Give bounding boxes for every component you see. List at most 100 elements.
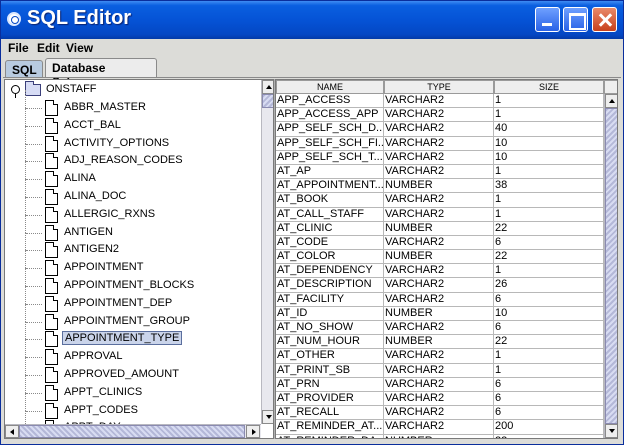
table-row[interactable]: APP_SELF_SCH_D... VARCHAR2 40	[276, 122, 604, 137]
table-row[interactable]: AT_DESCRIPTION VARCHAR2 26	[276, 278, 604, 293]
cell-name[interactable]: AT_CLINIC	[276, 221, 384, 236]
cell-size[interactable]: 10	[494, 136, 604, 151]
tree-item[interactable]: ABBR_MASTER	[5, 90, 261, 117]
column-header-name[interactable]: NAME	[276, 80, 384, 94]
tree-item[interactable]: ALINA_DOC	[5, 179, 261, 206]
cell-name[interactable]: AT_PRN	[276, 377, 384, 392]
title-bar[interactable]: SQL Editor	[1, 1, 623, 39]
cell-size[interactable]: 6	[494, 235, 604, 251]
column-header-type[interactable]: TYPE	[384, 80, 494, 94]
cell-name[interactable]: AT_CODE	[276, 235, 384, 251]
tree-horizontal-scrollbar[interactable]	[5, 424, 261, 438]
tab-sql[interactable]: SQL	[5, 60, 43, 78]
cell-type[interactable]: VARCHAR2	[384, 207, 494, 222]
cell-name[interactable]: AT_PRINT_SB	[276, 363, 384, 378]
cell-type[interactable]: VARCHAR2	[384, 321, 494, 336]
tab-database-schema[interactable]: Database Schema	[45, 58, 157, 89]
table-row[interactable]: AT_NO_SHOW VARCHAR2 6	[276, 321, 604, 336]
cell-type[interactable]: VARCHAR2	[384, 264, 494, 279]
cell-size[interactable]: 6	[494, 377, 604, 392]
table-row[interactable]: AT_AP VARCHAR2 1	[276, 164, 604, 180]
cell-type[interactable]: VARCHAR2	[384, 420, 494, 435]
cell-name[interactable]: AT_CALL_STAFF	[276, 207, 384, 222]
cell-type[interactable]: NUMBER	[384, 179, 494, 194]
cell-size[interactable]: 6	[494, 391, 604, 407]
close-button[interactable]	[592, 7, 617, 32]
table-row[interactable]: AT_COLOR NUMBER 22	[276, 250, 604, 265]
tree-item[interactable]: APPOINTMENT_TYPE	[5, 321, 261, 348]
tree-item[interactable]: APPT_CODES	[5, 392, 261, 420]
cell-size[interactable]: 1	[494, 363, 604, 378]
scroll-up-arrow-icon[interactable]	[262, 80, 273, 94]
cell-size[interactable]: 1	[494, 349, 604, 364]
cell-name[interactable]: AT_COLOR	[276, 250, 384, 265]
table-row[interactable]: APP_ACCESS_APP VARCHAR2 1	[276, 108, 604, 123]
cell-type[interactable]: VARCHAR2	[384, 193, 494, 208]
expand-handle-icon[interactable]	[11, 85, 20, 98]
table-row[interactable]: APP_ACCESS VARCHAR2 1	[276, 94, 604, 109]
cell-type[interactable]: VARCHAR2	[384, 108, 494, 123]
scroll-right-arrow-icon[interactable]	[246, 425, 260, 438]
cell-type[interactable]: VARCHAR2	[384, 278, 494, 293]
scroll-down-arrow-icon[interactable]	[605, 424, 617, 438]
cell-type[interactable]: VARCHAR2	[384, 136, 494, 151]
cell-name[interactable]: AT_NUM_HOUR	[276, 335, 384, 350]
table-row[interactable]: AT_CALL_STAFF VARCHAR2 1	[276, 207, 604, 222]
tree-item[interactable]: ANTIGEN	[5, 214, 261, 242]
cell-type[interactable]: VARCHAR2	[384, 349, 494, 364]
table-row[interactable]: AT_RECALL VARCHAR2 6	[276, 406, 604, 421]
cell-size[interactable]: 22	[494, 434, 604, 438]
cell-name[interactable]: AT_REMINDER_DA...	[276, 434, 384, 438]
cell-name[interactable]: AT_REMINDER_AT...	[276, 420, 384, 435]
cell-size[interactable]: 1	[494, 94, 604, 109]
cell-size[interactable]: 26	[494, 278, 604, 293]
cell-type[interactable]: NUMBER	[384, 335, 494, 350]
tree-item[interactable]: APPROVED_AMOUNT	[5, 357, 261, 384]
tree-item[interactable]: ACCT_BAL	[5, 107, 261, 135]
tree-item[interactable]: ALINA	[5, 161, 261, 188]
table-row[interactable]: AT_NUM_HOUR NUMBER 22	[276, 335, 604, 350]
table-row[interactable]: AT_OTHER VARCHAR2 1	[276, 349, 604, 364]
cell-size[interactable]: 38	[494, 179, 604, 194]
cell-size[interactable]: 22	[494, 335, 604, 350]
cell-type[interactable]: NUMBER	[384, 306, 494, 321]
cell-size[interactable]: 6	[494, 406, 604, 421]
tree-item[interactable]: ALLERGIC_RXNS	[5, 196, 261, 224]
cell-name[interactable]: APP_SELF_SCH_D...	[276, 122, 384, 137]
cell-name[interactable]: AT_BOOK	[276, 193, 384, 208]
horizontal-scroll-thumb[interactable]	[19, 425, 245, 438]
cell-size[interactable]: 1	[494, 207, 604, 222]
table-row[interactable]: AT_BOOK VARCHAR2 1	[276, 193, 604, 208]
minimize-button[interactable]	[535, 7, 560, 32]
tree-vertical-scrollbar[interactable]	[261, 80, 273, 424]
cell-size[interactable]: 10	[494, 150, 604, 165]
cell-type[interactable]: VARCHAR2	[384, 292, 494, 307]
cell-type[interactable]: NUMBER	[384, 434, 494, 438]
cell-name[interactable]: AT_FACILITY	[276, 292, 384, 307]
menu-view[interactable]: View	[66, 41, 93, 55]
tree-item[interactable]: APPT_CLINICS	[5, 374, 261, 402]
cell-type[interactable]: VARCHAR2	[384, 150, 494, 165]
table-row[interactable]: AT_PROVIDER VARCHAR2 6	[276, 391, 604, 407]
cell-type[interactable]: VARCHAR2	[384, 122, 494, 137]
table-row[interactable]: AT_REMINDER_AT... VARCHAR2 200	[276, 420, 604, 435]
cell-type[interactable]: VARCHAR2	[384, 94, 494, 109]
cell-name[interactable]: AT_DESCRIPTION	[276, 278, 384, 293]
scroll-left-arrow-icon[interactable]	[5, 425, 19, 438]
tree-item[interactable]: ADJ_REASON_CODES	[5, 143, 261, 170]
tree-item[interactable]: APPOINTMENT_BLOCKS	[5, 268, 261, 295]
table-row[interactable]: AT_REMINDER_DA...NUMBER22	[276, 434, 604, 438]
table-row[interactable]: AT_PRINT_SB VARCHAR2 1	[276, 363, 604, 378]
cell-size[interactable]: 10	[494, 306, 604, 321]
cell-name[interactable]: APP_SELF_SCH_T...	[276, 150, 384, 165]
cell-type[interactable]: VARCHAR2	[384, 377, 494, 392]
cell-name[interactable]: APP_ACCESS_APP	[276, 108, 384, 123]
cell-name[interactable]: AT_PROVIDER	[276, 391, 384, 407]
cell-name[interactable]: AT_AP	[276, 164, 384, 180]
tree-item[interactable]: APPOINTMENT_GROUP	[5, 303, 261, 331]
scroll-thumb[interactable]	[605, 108, 617, 424]
cell-name[interactable]: APP_ACCESS	[276, 94, 384, 109]
cell-size[interactable]: 1	[494, 193, 604, 208]
cell-size[interactable]: 6	[494, 321, 604, 336]
cell-size[interactable]: 1	[494, 264, 604, 279]
